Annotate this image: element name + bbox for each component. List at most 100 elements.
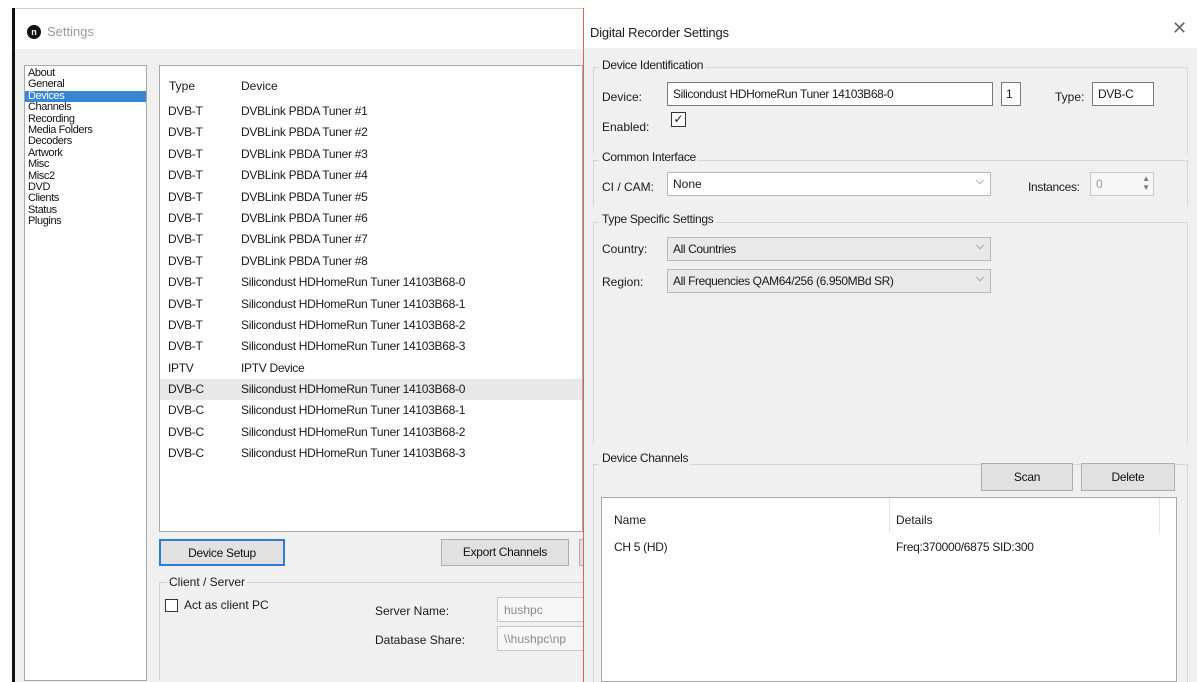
device-type-cell: DVB-T	[168, 125, 203, 140]
dialog-title-bar: Digital Recorder Settings ✕	[584, 8, 1197, 48]
country-label: Country:	[602, 242, 648, 256]
scan-button[interactable]: Scan	[981, 463, 1073, 491]
instances-value: 0	[1096, 177, 1103, 191]
device-identification-legend: Device Identification	[599, 58, 707, 72]
digital-recorder-dialog: Digital Recorder Settings ✕ Device Ident…	[583, 8, 1197, 682]
device-name-cell: IPTV Device	[241, 360, 305, 375]
table-row[interactable]: DVB-T Silicondust HDHomeRun Tuner 14103B6…	[160, 336, 582, 357]
table-row[interactable]: DVB-T Silicondust HDHomeRun Tuner 14103B6…	[160, 294, 582, 315]
table-row[interactable]: DVB-T DVBLink PBDA Tuner #3	[160, 144, 582, 165]
device-name-cell: Silicondust HDHomeRun Tuner 14103B68-2	[241, 424, 466, 439]
column-header-details[interactable]: Details	[896, 513, 933, 527]
device-type-cell: DVB-C	[168, 424, 204, 439]
checkmark-icon: ✓	[673, 112, 684, 126]
settings-title-bar: n Settings	[15, 9, 585, 49]
device-index-field[interactable]: 1	[1001, 82, 1021, 106]
column-divider[interactable]	[889, 498, 890, 533]
device-name-cell: DVBLink PBDA Tuner #5	[241, 189, 368, 204]
act-as-client-label[interactable]: Act as client PC	[184, 598, 269, 612]
table-row[interactable]: DVB-T DVBLink PBDA Tuner #5	[160, 187, 582, 208]
table-row[interactable]: DVB-C Silicondust HDHomeRun Tuner 14103B6…	[160, 400, 582, 421]
country-value: All Countries	[673, 242, 736, 256]
device-type-cell: DVB-C	[168, 446, 204, 461]
table-row[interactable]: DVB-T DVBLink PBDA Tuner #4	[160, 165, 582, 186]
table-row[interactable]: DVB-C Silicondust HDHomeRun Tuner 14103B6…	[160, 379, 582, 401]
settings-nav-list[interactable]: About General Devices Channels Recording…	[24, 65, 147, 681]
column-header-type[interactable]: Type	[169, 79, 195, 93]
device-name-cell: DVBLink PBDA Tuner #2	[241, 125, 368, 140]
channel-row-details[interactable]: Freq:370000/6875 SID:300	[896, 540, 1034, 554]
region-select[interactable]: All Frequencies QAM64/256 (6.950MBd SR) …	[667, 269, 991, 293]
device-list[interactable]: Type Device DVB-T DVBLink PBDA Tuner #1 DV…	[159, 65, 583, 532]
instances-label: Instances:	[1028, 180, 1080, 194]
table-row[interactable]: DVB-C Silicondust HDHomeRun Tuner 14103B6…	[160, 443, 582, 464]
enabled-label: Enabled:	[602, 120, 650, 134]
server-name-field[interactable]: hushpc	[497, 597, 587, 622]
country-select[interactable]: All Countries ⌵	[667, 237, 991, 261]
type-field[interactable]: DVB-C	[1092, 82, 1154, 106]
region-value: All Frequencies QAM64/256 (6.950MBd SR)	[673, 274, 894, 288]
device-channels-legend: Device Channels	[599, 451, 692, 465]
server-name-label: Server Name:	[375, 604, 450, 618]
device-name-cell: DVBLink PBDA Tuner #3	[241, 146, 368, 161]
cicam-select[interactable]: None ⌵	[667, 172, 991, 196]
device-type-cell: DVB-T	[168, 253, 203, 268]
column-header-name[interactable]: Name	[614, 513, 646, 527]
device-rows: DVB-T DVBLink PBDA Tuner #1 DVB-T DVBLink P…	[160, 101, 582, 465]
table-row[interactable]: DVB-T Silicondust HDHomeRun Tuner 14103B6…	[160, 315, 582, 336]
table-row[interactable]: DVB-T DVBLink PBDA Tuner #1	[160, 101, 582, 122]
device-type-cell: DVB-T	[168, 168, 203, 183]
channel-row-name[interactable]: CH 5 (HD)	[614, 540, 668, 554]
column-divider[interactable]	[1159, 498, 1160, 533]
enabled-checkbox[interactable]: ✓	[671, 112, 686, 127]
table-row[interactable]: DVB-T DVBLink PBDA Tuner #2	[160, 122, 582, 143]
column-header-device[interactable]: Device	[241, 79, 278, 93]
device-type-cell: DVB-T	[168, 232, 203, 247]
device-name-cell: Silicondust HDHomeRun Tuner 14103B68-2	[241, 317, 466, 332]
device-name-cell: DVBLink PBDA Tuner #8	[241, 253, 368, 268]
device-type-cell: DVB-T	[168, 189, 203, 204]
device-setup-button[interactable]: Device Setup	[159, 539, 285, 566]
device-type-cell: DVB-T	[168, 210, 203, 225]
device-label: Device:	[602, 90, 643, 104]
table-row[interactable]: DVB-C Silicondust HDHomeRun Tuner 14103B6…	[160, 422, 582, 443]
cicam-value: None	[673, 177, 702, 191]
device-name-field[interactable]: Silicondust HDHomeRun Tuner 14103B68-0	[667, 82, 993, 106]
device-type-cell: DVB-C	[168, 382, 204, 397]
nav-item-clients[interactable]: Clients	[25, 193, 146, 204]
spinner-arrows-icon[interactable]: ▲ ▼	[1142, 174, 1150, 192]
type-specific-legend: Type Specific Settings	[599, 212, 717, 226]
export-channels-button[interactable]: Export Channels	[441, 539, 569, 566]
table-row[interactable]: DVB-T DVBLink PBDA Tuner #7	[160, 229, 582, 250]
device-name-cell: Silicondust HDHomeRun Tuner 14103B68-1	[241, 403, 466, 418]
device-type-cell: DVB-C	[168, 403, 204, 418]
chevron-down-icon: ⌵	[976, 272, 984, 284]
device-type-cell: IPTV	[168, 360, 194, 375]
settings-window: n Settings About General Devices Channel…	[15, 8, 587, 682]
device-name-cell: DVBLink PBDA Tuner #7	[241, 232, 368, 247]
device-name-cell: Silicondust HDHomeRun Tuner 14103B68-3	[241, 446, 466, 461]
client-server-legend: Client / Server	[167, 575, 248, 589]
nav-item-misc[interactable]: Misc	[25, 158, 146, 170]
table-row[interactable]: DVB-T DVBLink PBDA Tuner #6	[160, 208, 582, 229]
cicam-label: CI / CAM:	[602, 180, 655, 194]
instances-stepper[interactable]: 0 ▲ ▼	[1090, 172, 1154, 196]
table-row[interactable]: IPTV IPTV Device	[160, 358, 582, 379]
act-as-client-checkbox[interactable]	[165, 599, 178, 612]
region-label: Region:	[602, 275, 644, 289]
device-identification-group	[593, 67, 1188, 155]
nav-item-plugins[interactable]: Plugins	[25, 215, 146, 227]
device-type-cell: DVB-T	[168, 104, 203, 118]
delete-button[interactable]: Delete	[1081, 463, 1175, 491]
channels-list[interactable]: Name Details CH 5 (HD) Freq:370000/6875 …	[601, 497, 1177, 682]
device-name-cell: Silicondust HDHomeRun Tuner 14103B68-1	[241, 296, 466, 311]
table-row[interactable]: DVB-T DVBLink PBDA Tuner #8	[160, 251, 582, 272]
close-icon[interactable]: ✕	[1172, 18, 1187, 38]
database-share-field[interactable]: \\hushpc\np	[497, 626, 587, 651]
nav-item-channels[interactable]: Channels	[25, 101, 146, 113]
chevron-down-icon: ⌵	[975, 175, 984, 187]
dialog-title: Digital Recorder Settings	[590, 25, 729, 40]
device-type-cell: DVB-T	[168, 275, 203, 290]
table-row[interactable]: DVB-T Silicondust HDHomeRun Tuner 14103B6…	[160, 272, 582, 293]
device-type-cell: DVB-T	[168, 296, 203, 311]
